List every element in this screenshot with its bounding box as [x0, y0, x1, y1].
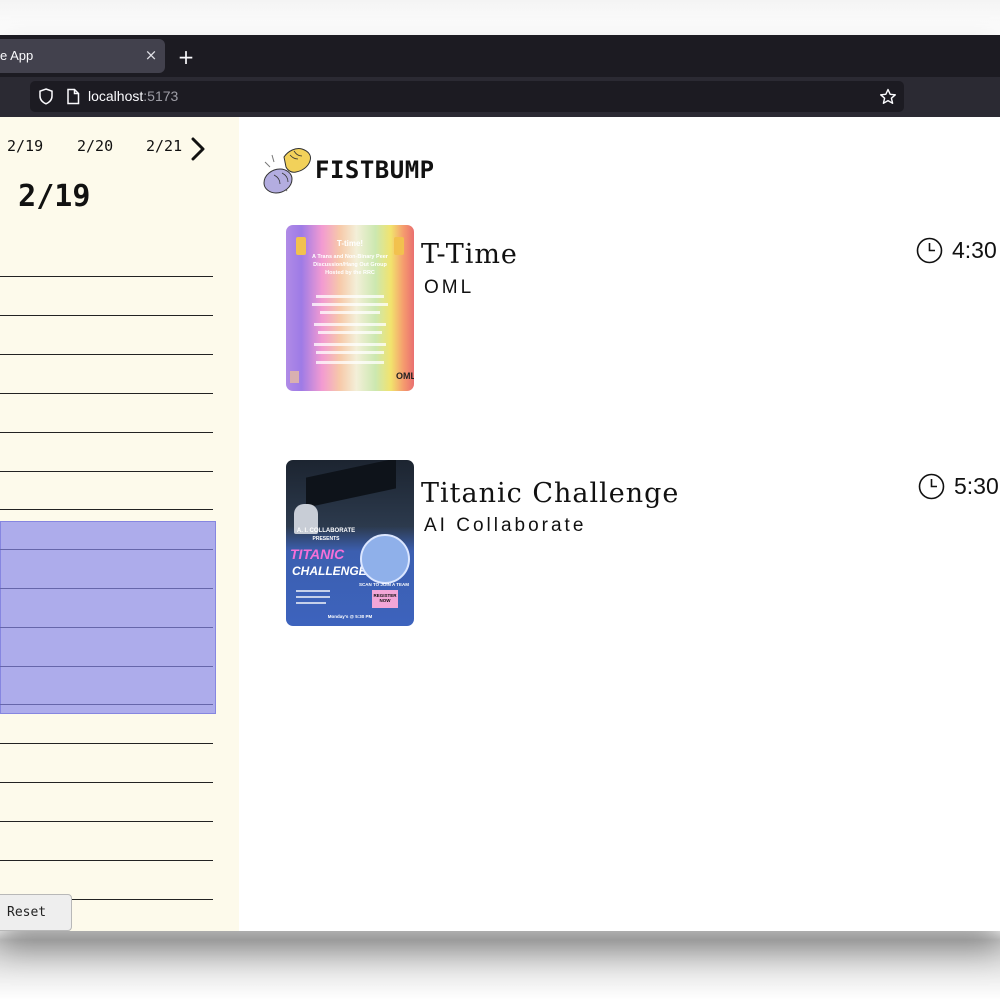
url-text[interactable]: localhost:5173: [88, 88, 178, 104]
poster-text-line: [312, 303, 388, 306]
poster-text-line: [316, 361, 384, 364]
poster-text-line: [314, 323, 386, 326]
time-slot-divider: [0, 471, 213, 472]
event-poster-image: T-time! A Trans and Non-Binary Peer Disc…: [286, 225, 414, 391]
time-slot-divider: [0, 821, 213, 822]
poster-subheading: A Trans and Non-Binary Peer Discussion/H…: [312, 254, 388, 276]
time-slot-divider: [0, 704, 213, 705]
poster-org: A. I. COLLABORATE: [296, 528, 356, 534]
poster-text-line: [318, 331, 382, 334]
time-slot-divider: [0, 509, 213, 510]
poster-text-line: [320, 311, 380, 314]
event-time: 5:30: [954, 473, 999, 499]
time-slot-divider: [0, 549, 213, 550]
event-organization: OML: [424, 277, 475, 298]
url-host: localhost: [88, 88, 144, 104]
time-slot-divider: [0, 393, 213, 394]
poster-presents: PRESENTS: [312, 536, 340, 542]
event-title[interactable]: Titanic Challenge: [421, 478, 679, 509]
time-slot-divider: [0, 666, 213, 667]
poster-badge: OML: [396, 371, 414, 381]
date-tab-2-21[interactable]: 2/21: [146, 137, 182, 157]
time-slot-divider: [0, 432, 213, 433]
day-heading: ay 2/19: [0, 179, 91, 214]
browser-window: e App × + localhost:5173 2/19 2/20 2/21 …: [0, 35, 1000, 931]
close-tab-icon[interactable]: ×: [143, 45, 159, 65]
time-slot-divider: [0, 860, 213, 861]
time-slot-divider: [0, 627, 213, 628]
browser-tab[interactable]: e App ×: [0, 39, 165, 73]
schedule-sidebar: 2/19 2/20 2/21 ay 2/19: [0, 117, 239, 931]
poster-register: REGISTER NOW: [373, 593, 397, 603]
poster-title-line1: TITANIC: [290, 546, 345, 562]
poster-text-line: [296, 602, 326, 604]
event-poster-image: A. I. COLLABORATE PRESENTS TITANIC CHALL…: [286, 460, 414, 626]
poster-text-line: [296, 596, 330, 598]
time-slot-divider: [0, 276, 213, 277]
event-card[interactable]: A. I. COLLABORATE PRESENTS TITANIC CHALL…: [286, 460, 1000, 630]
time-slot-divider: [0, 743, 213, 744]
date-tab-2-20[interactable]: 2/20: [77, 137, 113, 157]
tab-title: e App: [0, 48, 34, 63]
page-icon: [67, 88, 80, 105]
nav-bar: localhost:5173: [0, 77, 1000, 117]
poster-footer: Monday's @ 5:30 PM: [327, 614, 373, 619]
rrc-logo-icon: [290, 371, 299, 383]
url-port: :5173: [143, 88, 179, 104]
poster-text-line: [314, 343, 386, 346]
event-title[interactable]: T-Time: [421, 239, 518, 270]
reset-button[interactable]: Reset: [0, 894, 72, 931]
clock-icon: [918, 473, 945, 500]
bookmark-star-icon[interactable]: [879, 88, 897, 106]
poster-text-line: [316, 295, 384, 298]
chevron-right-icon[interactable]: [189, 137, 207, 161]
app-brand: FISTBUMP: [315, 156, 435, 184]
shield-icon[interactable]: [38, 88, 54, 105]
time-slot-divider: [0, 354, 213, 355]
poster-scan: SCAN TO JOIN A TEAM: [358, 582, 410, 587]
clock-icon: [916, 237, 943, 264]
new-tab-icon[interactable]: +: [176, 45, 196, 69]
ship-silhouette: [306, 460, 396, 508]
poster-text-line: [316, 351, 384, 354]
poster-heading: T-time!: [336, 239, 364, 248]
screen: e App × + localhost:5173 2/19 2/20 2/21 …: [0, 0, 1000, 1000]
tab-bar: e App × +: [0, 35, 1000, 77]
qr-code-icon: [360, 534, 410, 584]
fistbump-logo-icon: [263, 148, 311, 194]
time-slot-divider: [0, 315, 213, 316]
event-organization: AI Collaborate: [424, 515, 587, 536]
time-slot-divider: [0, 782, 213, 783]
poster-text-line: [296, 590, 330, 592]
time-slot-divider: [0, 588, 213, 589]
date-tab-2-19[interactable]: 2/19: [7, 137, 43, 157]
event-card[interactable]: T-time! A Trans and Non-Binary Peer Disc…: [286, 223, 1000, 393]
event-time: 4:30: [952, 237, 997, 263]
app-viewport: 2/19 2/20 2/21 ay 2/19: [0, 117, 1000, 931]
address-bar[interactable]: localhost:5173: [30, 81, 904, 112]
poster-title-line2: CHALLENGE: [292, 564, 367, 578]
